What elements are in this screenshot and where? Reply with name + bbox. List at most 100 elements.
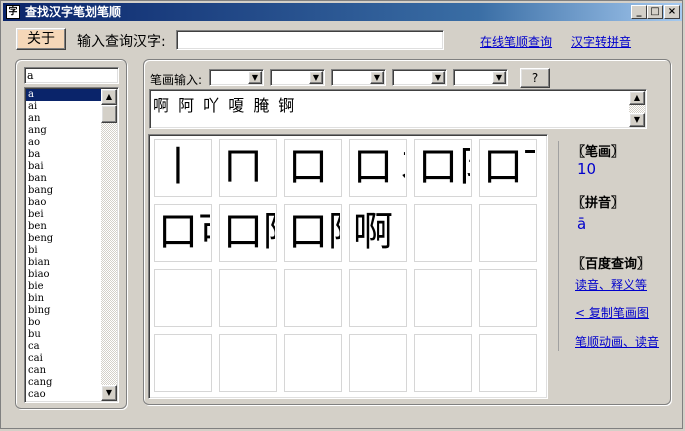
pinyin-value: ā: [577, 215, 587, 233]
app-window: 字 查找汉字笔划笔顺 _ □ × 关于 输入查询汉字: 在线笔顺查询 汉字转拼音…: [0, 0, 683, 429]
stroke-cell: 口阿: [284, 204, 342, 262]
app-icon: 字: [6, 5, 20, 19]
pinyin-list-items: a ai an ang ao ba bai ban bang bao bei ben beng bi bia…: [26, 89, 103, 401]
stroke-cell: [154, 269, 212, 327]
list-item[interactable]: bin: [26, 293, 103, 305]
stroke-cell: [479, 204, 537, 262]
list-item[interactable]: ao: [26, 137, 103, 149]
matched-characters-text: 啊 阿 吖 嗄 腌 锕: [153, 96, 297, 115]
list-item[interactable]: bang: [26, 185, 103, 197]
stroke-cell: ㄇ: [219, 139, 277, 197]
pinyin-listbox[interactable]: a ai an ang ao ba bai ban bang bao bei ben beng bi bia…: [24, 87, 119, 403]
matched-characters-box[interactable]: 啊 阿 吖 嗄 腌 锕 ▲ ▼: [149, 89, 647, 129]
online-stroke-order-link[interactable]: 在线笔顺查询: [480, 33, 552, 50]
list-item[interactable]: bi: [26, 245, 103, 257]
stroke-cell: [349, 269, 407, 327]
stroke-step-glyph: 口阿: [223, 209, 275, 255]
chevron-down-icon[interactable]: ▼: [431, 71, 445, 84]
stroke-cell: [414, 204, 472, 262]
list-item[interactable]: bie: [26, 281, 103, 293]
close-button[interactable]: ×: [664, 5, 680, 19]
stroke-combo-1[interactable]: ▼: [209, 69, 264, 86]
list-item[interactable]: ban: [26, 173, 103, 185]
list-item[interactable]: ca: [26, 341, 103, 353]
about-button[interactable]: 关于: [16, 28, 66, 50]
stroke-combo-2[interactable]: ▼: [270, 69, 325, 86]
stroke-cell: 口阿: [219, 204, 277, 262]
chevron-down-icon[interactable]: ▼: [492, 71, 506, 84]
list-item[interactable]: bao: [26, 197, 103, 209]
scroll-up-icon[interactable]: ▲: [101, 89, 117, 105]
stroke-cell: 口可: [154, 204, 212, 262]
scroll-down-icon[interactable]: ▼: [629, 113, 645, 127]
stroke-animation-link[interactable]: 笔顺动画、读音: [575, 333, 659, 350]
hanzi-to-pinyin-link[interactable]: 汉字转拼音: [571, 33, 631, 50]
chevron-down-icon[interactable]: ▼: [370, 71, 384, 84]
stroke-cell: [349, 334, 407, 392]
stroke-combo-3[interactable]: ▼: [331, 69, 386, 86]
stroke-cell: [479, 269, 537, 327]
list-item[interactable]: bo: [26, 317, 103, 329]
stroke-combo-4[interactable]: ▼: [392, 69, 447, 86]
list-scrollbar[interactable]: ▲ ▼: [101, 89, 117, 401]
list-item[interactable]: beng: [26, 233, 103, 245]
stroke-step-glyph: 口丅: [483, 144, 535, 190]
stroke-cell: [219, 269, 277, 327]
list-item[interactable]: cai: [26, 353, 103, 365]
scroll-up-icon[interactable]: ▲: [629, 91, 645, 105]
minimize-button[interactable]: _: [631, 5, 647, 19]
maximize-button[interactable]: □: [647, 5, 663, 19]
stroke-step-glyph: 口阿: [288, 209, 340, 255]
baidu-read-link[interactable]: 读音、释义等: [575, 276, 647, 293]
stroke-step-glyph: 口: [288, 144, 328, 190]
list-item[interactable]: bing: [26, 305, 103, 317]
copy-stroke-image-link[interactable]: < 复制笔画图: [575, 304, 649, 321]
stroke-cell: [479, 334, 537, 392]
list-item[interactable]: ba: [26, 149, 103, 161]
scroll-down-icon[interactable]: ▼: [101, 385, 117, 401]
list-item[interactable]: an: [26, 113, 103, 125]
stroke-cell: 口阝: [414, 139, 472, 197]
stroke-step-glyph: 口阝: [418, 144, 470, 190]
list-item[interactable]: cao: [26, 389, 103, 401]
chevron-down-icon[interactable]: ▼: [309, 71, 323, 84]
list-item[interactable]: bu: [26, 329, 103, 341]
stroke-cell: 啊: [349, 204, 407, 262]
list-item[interactable]: bian: [26, 257, 103, 269]
strokes-heading: 〖笔画〗: [572, 145, 625, 160]
scroll-thumb[interactable]: [101, 105, 117, 123]
baidu-heading: 〖百度查询〗: [572, 257, 651, 272]
stroke-query-button[interactable]: ?: [520, 68, 550, 88]
pinyin-search-input[interactable]: [24, 67, 119, 84]
list-item[interactable]: a: [26, 89, 103, 101]
list-item[interactable]: ai: [26, 101, 103, 113]
list-item[interactable]: cang: [26, 377, 103, 389]
list-item[interactable]: biao: [26, 269, 103, 281]
hanzi-search-input[interactable]: [176, 30, 444, 50]
stroke-cell: 丨: [154, 139, 212, 197]
stroke-step-glyph: ㄇ: [223, 144, 263, 190]
stroke-cell: [284, 269, 342, 327]
stroke-cell: [414, 334, 472, 392]
stroke-step-glyph: 啊: [353, 209, 393, 255]
chars-scrollbar[interactable]: ▲ ▼: [629, 91, 645, 127]
list-item[interactable]: can: [26, 365, 103, 377]
list-item[interactable]: ang: [26, 125, 103, 137]
strokes-value: 10: [577, 160, 597, 178]
stroke-cell: [414, 269, 472, 327]
chevron-down-icon[interactable]: ▼: [248, 71, 262, 84]
stroke-step-glyph: 丨: [158, 144, 198, 190]
divider: [558, 141, 559, 351]
window-title: 查找汉字笔划笔顺: [25, 5, 122, 19]
stroke-step-glyph: 口可: [158, 209, 210, 255]
stroke-cell: 口: [284, 139, 342, 197]
stroke-order-grid: 丨ㄇ口口㇇口阝口丅口可口阿口阿啊: [148, 134, 548, 399]
list-item[interactable]: ben: [26, 221, 103, 233]
list-item[interactable]: bai: [26, 161, 103, 173]
stroke-cell: 口㇇: [349, 139, 407, 197]
pinyin-heading: 〖拼音〗: [572, 196, 625, 211]
list-item[interactable]: bei: [26, 209, 103, 221]
stroke-input-label: 笔画输入:: [150, 73, 203, 87]
stroke-cell: 口丅: [479, 139, 537, 197]
stroke-combo-5[interactable]: ▼: [453, 69, 508, 86]
